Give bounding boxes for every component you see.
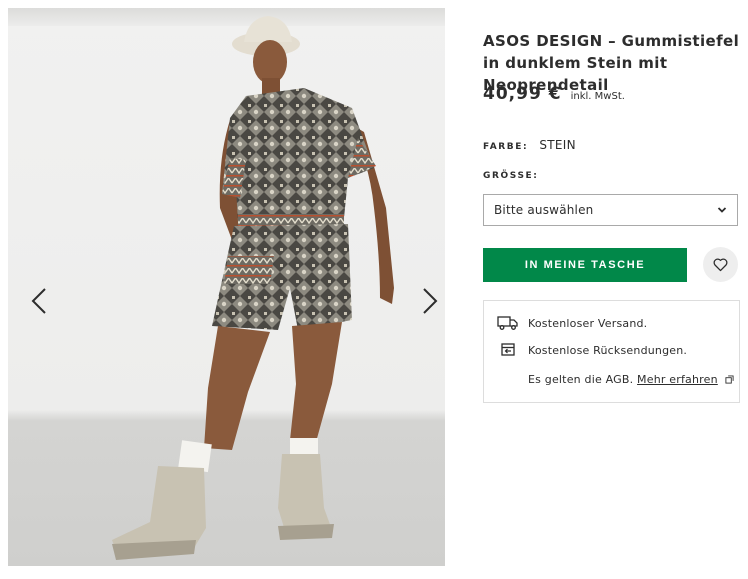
add-to-bag-button[interactable]: IN MEINE TASCHE: [483, 248, 687, 282]
shipping-text: Kostenloser Versand.: [528, 317, 648, 330]
delivery-info-box: Kostenloser Versand. Kostenlose Rücksend…: [483, 300, 740, 403]
external-link-icon: [724, 375, 734, 384]
chevron-down-icon: [717, 207, 727, 213]
returns-text: Kostenlose Rücksendungen.: [528, 344, 688, 357]
terms-link[interactable]: Mehr erfahren: [637, 373, 718, 386]
return-icon: [497, 341, 519, 359]
wishlist-button[interactable]: [703, 247, 738, 282]
color-row: FARBE: STEIN: [483, 134, 576, 153]
truck-icon: [497, 314, 519, 332]
size-label: GRÖSSE:: [483, 171, 539, 181]
chevron-right-icon: [423, 288, 438, 314]
previous-image-button[interactable]: [24, 284, 58, 318]
terms-text: Es gelten die AGB.: [528, 373, 634, 386]
price-row: 40,99 € inkl. MwSt.: [483, 84, 625, 104]
terms-row: Es gelten die AGB. Mehr erfahren: [528, 373, 734, 386]
heart-icon: [713, 258, 728, 272]
chevron-left-icon: [31, 288, 46, 314]
next-image-button[interactable]: [411, 284, 445, 318]
size-select[interactable]: Bitte auswählen: [483, 194, 738, 226]
color-label: FARBE:: [483, 142, 529, 152]
color-value: STEIN: [539, 138, 576, 152]
product-image: [8, 8, 445, 566]
price: 40,99 €: [483, 84, 562, 104]
size-select-value: Bitte auswählen: [494, 203, 594, 217]
vat-note: inkl. MwSt.: [570, 91, 625, 102]
model-figure: [112, 16, 394, 560]
